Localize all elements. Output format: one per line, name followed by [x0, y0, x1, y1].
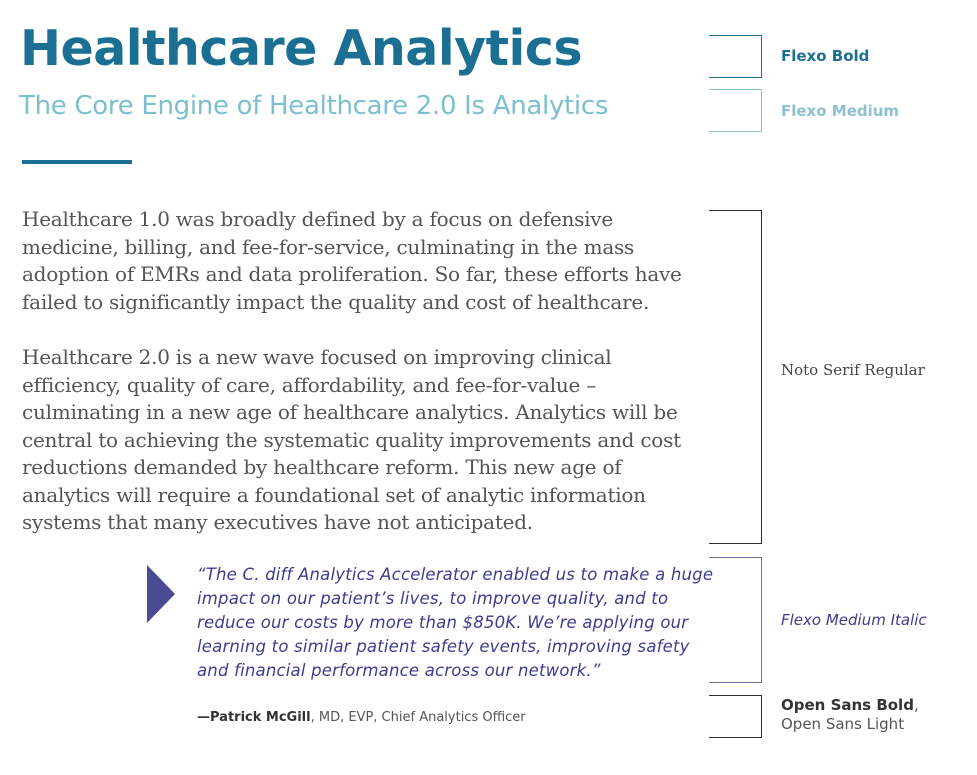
paragraph-line: culminating in a new age of healthcare a… — [22, 400, 678, 424]
attribution-font-bold-label: Open Sans Bold — [781, 696, 914, 714]
title-font-label: Flexo Bold — [781, 47, 870, 65]
body-font-label: Noto Serif Regular — [781, 361, 925, 379]
body-paragraph-2: Healthcare 2.0 is a new wave focused on … — [22, 344, 772, 537]
testimonial-quote: “The C. diff Analytics Accelerator enabl… — [197, 563, 757, 683]
attribution-font-light-label: Open Sans Light — [781, 715, 905, 733]
paragraph-line: reductions demanded by healthcare reform… — [22, 455, 622, 479]
page-title: Healthcare Analytics — [20, 20, 583, 77]
quote-attribution: —Patrick McGill, MD, EVP, Chief Analytic… — [197, 710, 526, 725]
quote-line: learning to similar patient safety event… — [197, 637, 690, 656]
attribution-title: , MD, EVP, Chief Analytics Officer — [310, 710, 526, 725]
attribution-font-bracket — [709, 695, 762, 738]
attribution-name: —Patrick McGill — [197, 710, 311, 725]
paragraph-line: Healthcare 1.0 was broadly defined by a … — [22, 207, 613, 231]
quote-font-label: Flexo Medium Italic — [781, 611, 927, 629]
subtitle-font-label: Flexo Medium — [781, 102, 900, 120]
subtitle-font-bracket — [709, 89, 762, 132]
title-underline-rule — [22, 160, 132, 164]
quote-line: reduce our costs by more than $850K. We’… — [197, 613, 689, 632]
quote-triangle-icon — [147, 565, 175, 623]
page-subtitle: The Core Engine of Healthcare 2.0 Is Ana… — [19, 91, 609, 121]
paragraph-line: analytics will require a foundational se… — [22, 482, 646, 507]
quote-line: and financial performance across our net… — [197, 661, 601, 680]
attribution-font-label: Open Sans Bold, Open Sans Light — [781, 696, 919, 734]
paragraph-line: Healthcare 2.0 is a new wave focused on … — [22, 345, 612, 369]
body-font-bracket — [709, 210, 762, 544]
quote-line: impact on our patient’s lives, to improv… — [197, 589, 669, 608]
body-paragraph-1: Healthcare 1.0 was broadly defined by a … — [22, 206, 772, 316]
paragraph-line: failed to significantly impact the quali… — [22, 289, 650, 314]
paragraph-line: central to achieving the systematic qual… — [22, 427, 681, 452]
paragraph-line: efficiency, quality of care, affordabili… — [22, 372, 596, 397]
paragraph-line: systems that many executives have not an… — [22, 510, 533, 534]
attribution-font-separator: , — [913, 696, 919, 714]
title-font-bracket — [709, 35, 762, 78]
quote-line: “The C. diff Analytics Accelerator enabl… — [197, 565, 714, 584]
paragraph-line: adoption of EMRs and data proliferation.… — [22, 262, 682, 286]
paragraph-line: medicine, billing, and fee-for-service, … — [22, 234, 635, 259]
quote-font-bracket — [709, 557, 762, 683]
